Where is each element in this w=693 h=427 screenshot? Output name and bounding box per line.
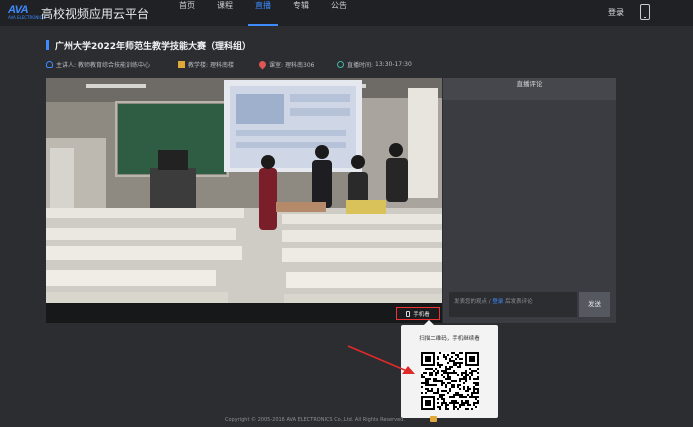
time-value: 13:30-17:30 <box>375 61 412 68</box>
meta-time: 直播时间: 13:30-17:30 <box>337 60 412 69</box>
main-nav: 首页 课程 直播 专辑 公告 <box>172 0 362 26</box>
title-accent-bar <box>46 40 49 50</box>
nav-courses[interactable]: 课程 <box>210 0 240 26</box>
qr-code-image <box>421 352 479 410</box>
ava-logo[interactable]: AVA AVA ELECTRONICS <box>8 4 45 20</box>
building-label: 教学楼: <box>188 62 209 69</box>
send-button[interactable]: 发送 <box>579 292 610 317</box>
user-icon <box>46 61 53 68</box>
footer-badge-icon <box>430 416 437 422</box>
lecturer-label: 主讲人: <box>56 62 77 69</box>
live-comments-panel: 直播评论 发表您的观点 / 登录 后发表评论 发送 <box>443 78 616 323</box>
meta-building: 教学楼: 理科南楼 <box>178 60 234 69</box>
qr-title: 扫描二维码，手机继续看 <box>419 336 480 342</box>
meta-room: 课室: 理科南306 <box>257 59 315 70</box>
logo-subtitle: AVA ELECTRONICS <box>8 15 45 20</box>
building-icon <box>178 61 185 68</box>
mobile-phone-icon[interactable] <box>640 4 650 20</box>
phone-icon <box>406 310 411 317</box>
nav-live[interactable]: 直播 <box>248 0 278 26</box>
comment-login-link[interactable]: 登录 <box>492 299 503 305</box>
comment-input-suffix: 后发表评论 <box>503 299 533 305</box>
meta-lecturer: 主讲人: 教师教育综合技能训练中心 <box>46 60 150 69</box>
comment-input[interactable]: 发表您的观点 / 登录 后发表评论 <box>449 292 577 317</box>
classroom-video-frame <box>46 78 442 322</box>
page-title: 广州大学2022年师范生教学技能大赛（理科组） <box>55 42 252 52</box>
top-navbar: AVA AVA ELECTRONICS 高校视频应用云平台 首页 课程 直播 专… <box>0 0 693 26</box>
annotation-arrow <box>347 345 415 374</box>
time-label: 直播时间: <box>347 62 374 69</box>
watch-on-mobile-label: 手机看 <box>413 311 430 318</box>
nav-home[interactable]: 首页 <box>172 0 202 26</box>
comment-input-prefix: 发表您的观点 / <box>454 299 493 305</box>
player-control-bar <box>46 303 442 323</box>
room-value: 理科南306 <box>285 62 315 69</box>
watch-on-mobile-button[interactable]: 手机看 <box>396 307 440 320</box>
nav-albums[interactable]: 专辑 <box>286 0 316 26</box>
live-video-player[interactable] <box>46 78 442 322</box>
comments-header: 直播评论 <box>443 78 616 100</box>
nav-notices[interactable]: 公告 <box>324 0 354 26</box>
location-pin-icon <box>257 59 268 70</box>
lecturer-value: 教师教育综合技能训练中心 <box>78 62 151 69</box>
footer-copyright: Copyright © 2005-2016 AVA ELECTRONICS Co… <box>225 417 405 423</box>
site-title: 高校视频应用云平台 <box>41 7 150 21</box>
clock-icon <box>337 61 344 68</box>
building-value: 理科南楼 <box>210 62 235 69</box>
login-link[interactable]: 登录 <box>608 7 624 18</box>
room-label: 课室: <box>269 62 284 69</box>
